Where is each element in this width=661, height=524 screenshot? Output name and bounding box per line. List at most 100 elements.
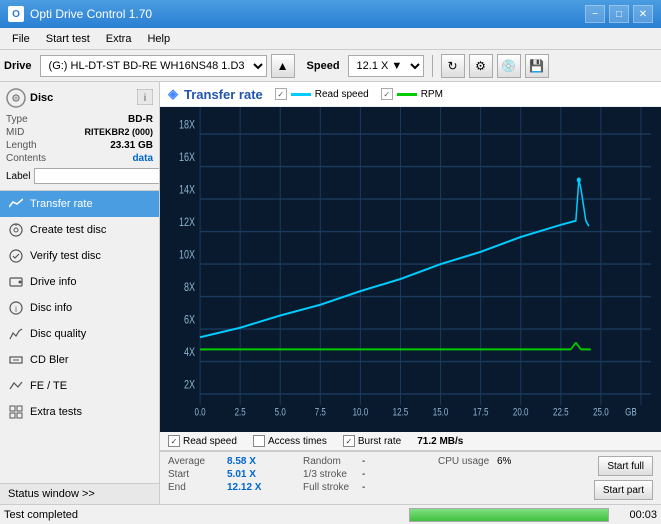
left-panel: Disc i Type BD-R MID RITEKBR2 (000) [0,82,160,504]
nav-transfer-rate[interactable]: Transfer rate [0,191,159,217]
eject-button[interactable]: ▲ [271,54,295,78]
svg-text:12X: 12X [179,216,195,230]
speed-label: Speed [307,60,340,72]
read-speed-checkbox[interactable]: ✓ [168,435,180,447]
burst-rate-checkbox[interactable]: ✓ [343,435,355,447]
disc-label-row: Label 🔍 [6,168,153,184]
titlebar-buttons: − □ ✕ [585,5,653,23]
legend-rpm-color [397,93,417,96]
svg-text:10X: 10X [179,248,195,262]
disc-contents-row: Contents data [6,153,153,164]
start-part-button[interactable]: Start part [594,480,653,500]
right-panel: ◈ Transfer rate ✓ Read speed ✓ RPM [160,82,661,504]
stats-area: Average 8.58 X Start 5.01 X End 12.12 X … [160,451,661,504]
svg-text:8X: 8X [184,281,195,295]
svg-text:i: i [15,305,17,314]
chart-controls: ✓ Read speed Access times ✓ Burst rate [160,432,661,451]
minimize-button[interactable]: − [585,5,605,23]
svg-text:7.5: 7.5 [315,407,326,420]
save-button[interactable]: 💾 [525,54,549,78]
transfer-rate-icon [8,196,24,212]
nav-fe-te[interactable]: FE / TE [0,373,159,399]
nav-verify-test-disc[interactable]: Verify test disc [0,243,159,269]
svg-text:14X: 14X [179,183,195,197]
disc-button[interactable]: 💿 [497,54,521,78]
burst-rate-checkmark: ✓ [345,437,352,446]
extra-tests-icon [8,404,24,420]
burst-rate-check[interactable]: ✓ Burst rate [343,435,401,447]
svg-text:16X: 16X [179,151,195,165]
toolbar: Drive (G:) HL-DT-ST BD-RE WH16NS48 1.D3 … [0,50,661,82]
svg-text:20.0: 20.0 [513,407,529,420]
legend-read-speed: ✓ Read speed [275,88,369,100]
svg-text:25.0: 25.0 [593,407,609,420]
drive-info-icon [8,274,24,290]
svg-text:18X: 18X [179,118,195,132]
disc-info-icon[interactable]: i [137,89,153,108]
fe-te-icon [8,378,24,394]
svg-text:15.0: 15.0 [433,407,449,420]
speed-select[interactable]: 12.1 X ▼ [348,55,424,77]
disc-info-icon: i [8,300,24,316]
stats-col-mid: Random - 1/3 stroke - Full stroke - [303,456,438,500]
settings-button[interactable]: ⚙ [469,54,493,78]
svg-text:17.5: 17.5 [473,407,489,420]
disc-length-row: Length 23.31 GB [6,140,153,151]
menu-file[interactable]: File [4,31,38,47]
drive-label: Drive [4,60,32,72]
read-speed-check[interactable]: ✓ Read speed [168,435,237,447]
status-window-label: Status window >> [8,488,95,500]
nav-disc-quality[interactable]: Disc quality [0,321,159,347]
svg-text:4X: 4X [184,346,195,360]
chart-title-icon: ◈ [168,86,178,102]
nav-cd-bler[interactable]: CD Bler [0,347,159,373]
stats-col-left: Average 8.58 X Start 5.01 X End 12.12 X [168,456,303,500]
progress-container [409,508,609,522]
access-times-checkbox[interactable] [253,435,265,447]
menu-help[interactable]: Help [139,31,178,47]
nav-items: Transfer rate Create test disc [0,191,159,483]
statusbar: Test completed 00:03 [0,504,661,524]
maximize-button[interactable]: □ [609,5,629,23]
nav-drive-info[interactable]: Drive info [0,269,159,295]
svg-text:6X: 6X [184,313,195,327]
titlebar-title: Opti Drive Control 1.70 [30,7,585,21]
menu-extra[interactable]: Extra [98,31,140,47]
disc-label-input[interactable] [34,168,160,184]
stats-full-stroke-row: Full stroke - [303,482,438,493]
svg-text:0.0: 0.0 [195,407,206,420]
disc-section: Disc i Type BD-R MID RITEKBR2 (000) [0,82,159,191]
svg-text:2X: 2X [184,378,195,392]
svg-text:i: i [144,93,146,104]
nav-disc-info[interactable]: i Disc info [0,295,159,321]
svg-text:22.5: 22.5 [553,407,569,420]
read-speed-checkmark: ✓ [171,437,178,446]
disc-quality-icon [8,326,24,342]
refresh-button[interactable]: ↻ [441,54,465,78]
chart-header: ◈ Transfer rate ✓ Read speed ✓ RPM [160,82,661,107]
nav-create-test-disc[interactable]: Create test disc [0,217,159,243]
menu-start-test[interactable]: Start test [38,31,98,47]
menubar: File Start test Extra Help [0,28,661,50]
stats-end-row: End 12.12 X [168,482,303,493]
stats-random-row: Random - [303,456,438,467]
titlebar: O Opti Drive Control 1.70 − □ ✕ [0,0,661,28]
drive-select[interactable]: (G:) HL-DT-ST BD-RE WH16NS48 1.D3 [40,55,267,77]
nav-extra-tests[interactable]: Extra tests [0,399,159,425]
legend-read-speed-check: ✓ [275,88,287,100]
svg-text:5.0: 5.0 [275,407,286,420]
statusbar-time: 00:03 [617,509,657,521]
verify-disc-icon [8,248,24,264]
access-times-check[interactable]: Access times [253,435,327,447]
start-full-button[interactable]: Start full [598,456,653,476]
stats-cpu-row: CPU usage 6% [438,456,573,467]
close-button[interactable]: ✕ [633,5,653,23]
create-disc-icon [8,222,24,238]
status-window[interactable]: Status window >> [0,483,159,504]
svg-text:10.0: 10.0 [353,407,369,420]
legend-rpm-check: ✓ [381,88,393,100]
progress-bar [410,509,608,521]
stats-average-row: Average 8.58 X [168,456,303,467]
cd-bler-icon [8,352,24,368]
stats-col-right: CPU usage 6% [438,456,573,500]
